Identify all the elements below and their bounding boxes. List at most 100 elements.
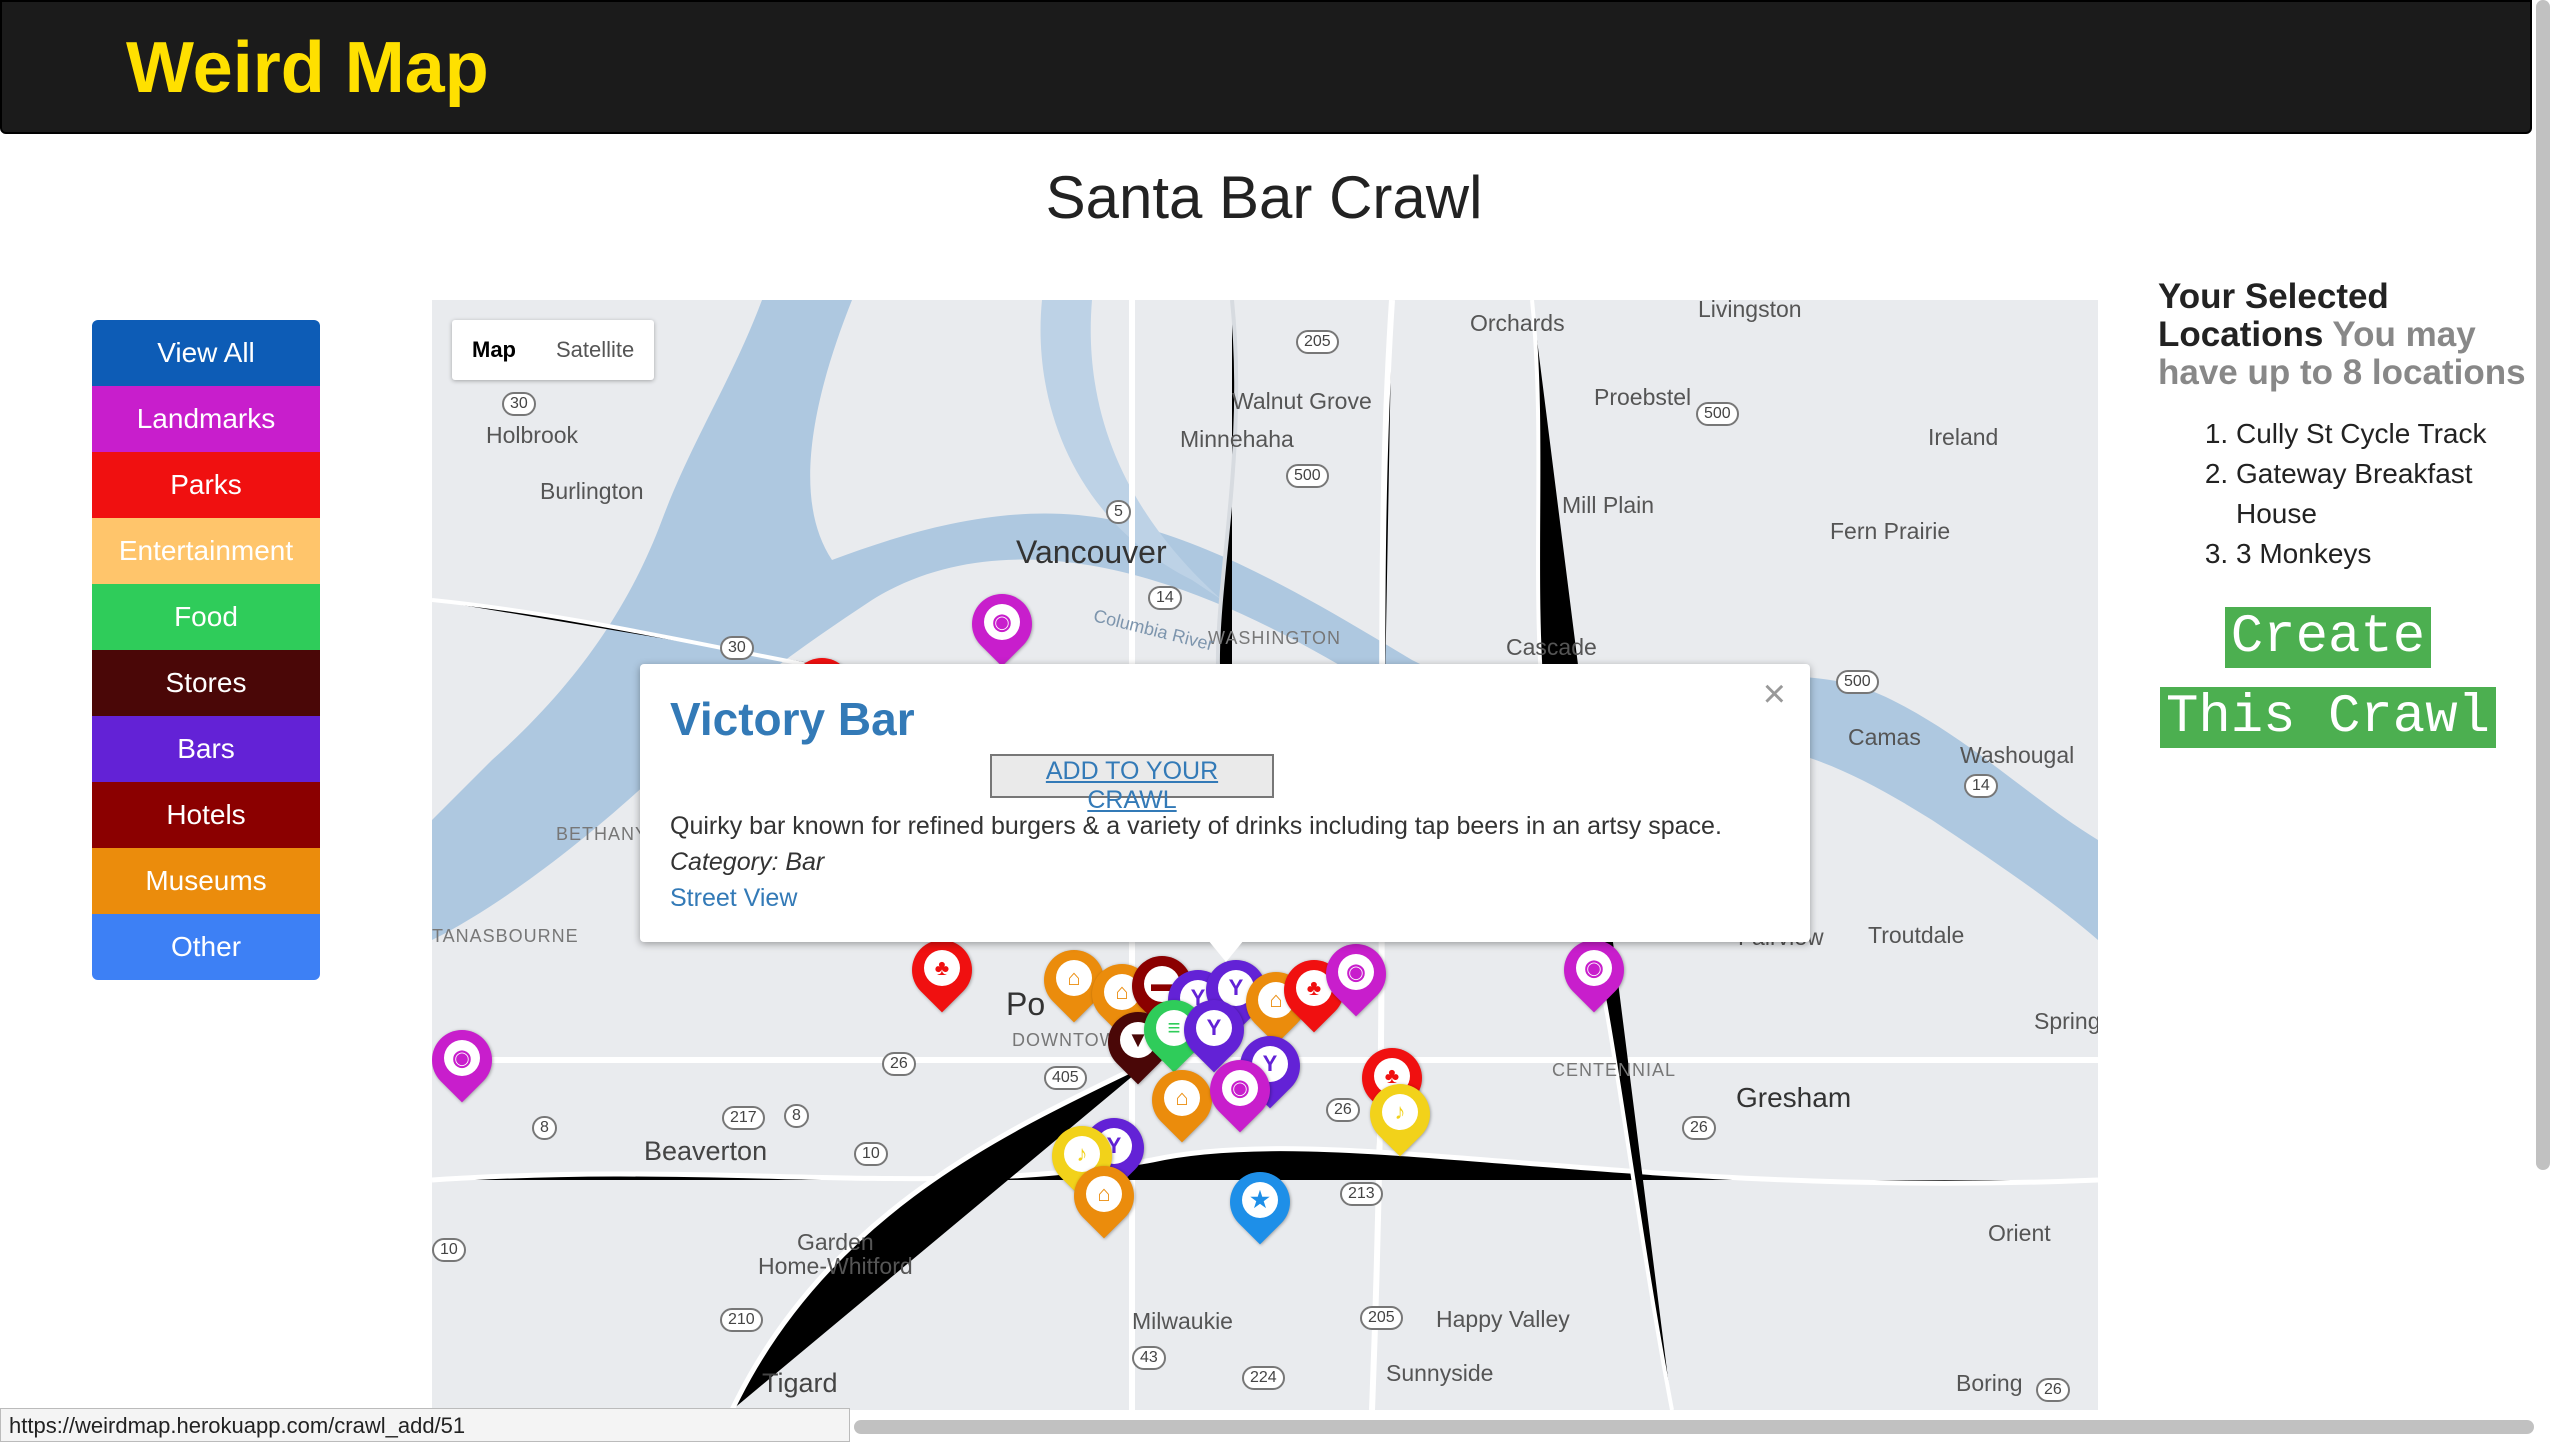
- map-label-sunnyside: Sunnyside: [1386, 1360, 1494, 1386]
- popup-description: Quirky bar known for refined burgers & a…: [670, 812, 1722, 840]
- list-item: Cully St Cycle Track: [2236, 414, 2538, 454]
- page-title: Santa Bar Crawl: [1045, 164, 1483, 231]
- camera-icon: ◉: [1576, 950, 1612, 986]
- filter-stores-button[interactable]: Stores: [92, 650, 320, 716]
- map-label-bethany: BETHANY: [556, 824, 649, 844]
- map-label-minnehaha: Minnehaha: [1180, 426, 1294, 452]
- filter-bars-button[interactable]: Bars: [92, 716, 320, 782]
- museum-marker[interactable]: ⌂: [1139, 1057, 1225, 1148]
- map-label-burlington: Burlington: [540, 478, 644, 504]
- park-marker[interactable]: ♣: [899, 927, 985, 1018]
- map-label-milwaukie: Milwaukie: [1132, 1308, 1233, 1334]
- highway-shield: 8: [784, 1104, 809, 1128]
- map-label-walnut-grove: Walnut Grove: [1232, 388, 1372, 414]
- highway-shield: 14: [1148, 586, 1182, 610]
- list-item: 3 Monkeys: [2236, 534, 2538, 574]
- street-view-link[interactable]: Street View: [670, 884, 797, 913]
- landmark-marker[interactable]: ◉: [1551, 927, 1637, 1018]
- highway-shield: 500: [1696, 402, 1739, 426]
- museum-icon: ⌂: [1164, 1080, 1200, 1116]
- highway-shield: 224: [1242, 1366, 1285, 1390]
- category-filter-menu: View All Landmarks Parks Entertainment F…: [92, 320, 320, 980]
- map-label-gresham: Gresham: [1736, 1082, 1852, 1113]
- map-label-centennial: CENTENNIAL: [1552, 1060, 1677, 1080]
- entertainment-marker[interactable]: ♪: [1357, 1071, 1443, 1162]
- filter-food-button[interactable]: Food: [92, 584, 320, 650]
- camera-icon: ◉: [984, 604, 1020, 640]
- map-type-control: Map Satellite: [452, 320, 655, 380]
- highway-shield: 5: [1106, 500, 1131, 524]
- highway-shield: 26: [1326, 1098, 1360, 1122]
- map-label-washougal: Washougal: [1960, 742, 2075, 768]
- top-navbar: Weird Map: [0, 0, 2532, 134]
- map-type-satellite-button[interactable]: Satellite: [536, 320, 654, 380]
- star-icon: ★: [1242, 1182, 1278, 1218]
- landmark-marker[interactable]: ◉: [959, 581, 1045, 672]
- map-label-proebstel: Proebstel: [1594, 384, 1692, 410]
- highway-shield: 500: [1836, 670, 1879, 694]
- landmark-marker[interactable]: ◉: [1197, 1047, 1283, 1138]
- highway-shield: 26: [882, 1052, 916, 1076]
- map-label-garden-home: Garden Home-Whitford: [758, 1229, 913, 1279]
- map-label-tigard: Tigard: [762, 1368, 838, 1398]
- highway-shield: 10: [854, 1142, 888, 1166]
- museum-marker[interactable]: ⌂: [1061, 1153, 1147, 1244]
- map-type-map-button[interactable]: Map: [452, 320, 536, 380]
- map-label-boring: Boring: [1956, 1370, 2023, 1396]
- selected-locations-list: Cully St Cycle Track Gateway Breakfast H…: [2158, 414, 2538, 574]
- filter-landmarks-button[interactable]: Landmarks: [92, 386, 320, 452]
- map-label-livingston: Livingston: [1698, 300, 1802, 322]
- close-icon[interactable]: ×: [1763, 674, 1786, 714]
- map-label-fern-prairie: Fern Prairie: [1830, 518, 1951, 544]
- other-marker[interactable]: ★: [1217, 1159, 1303, 1250]
- highway-shield: 210: [720, 1308, 763, 1332]
- selected-locations-heading: Your Selected Locations You may have up …: [2158, 278, 2538, 392]
- landmark-marker[interactable]: ◉: [432, 1017, 505, 1108]
- highway-shield: 43: [1132, 1346, 1166, 1370]
- popup-category: Category: Bar: [670, 848, 825, 876]
- highway-shield: 205: [1296, 330, 1339, 354]
- highway-shield: 405: [1044, 1066, 1087, 1090]
- map-label-cascade: Cascade: [1506, 634, 1597, 660]
- map-label-spring: Spring: [2034, 1008, 2098, 1034]
- brand-logo-link[interactable]: Weird Map: [126, 32, 489, 104]
- map-label-camas: Camas: [1848, 724, 1921, 750]
- highway-shield: 205: [1360, 1306, 1403, 1330]
- create-crawl-line-1: Create: [2224, 607, 2432, 668]
- horizontal-scrollbar[interactable]: [854, 1420, 2534, 1434]
- landmark-marker[interactable]: ◉: [1313, 931, 1399, 1022]
- popup-title: Victory Bar: [670, 693, 915, 745]
- filter-parks-button[interactable]: Parks: [92, 452, 320, 518]
- location-info-popup: × Victory Bar ADD TO YOUR CRAWL Quirky b…: [640, 664, 1810, 942]
- map-label-portland: Po: [1006, 986, 1046, 1022]
- highway-shield: 14: [1964, 774, 1998, 798]
- highway-shield: 10: [432, 1238, 466, 1262]
- filter-museums-button[interactable]: Museums: [92, 848, 320, 914]
- selected-locations-panel: Your Selected Locations You may have up …: [2158, 278, 2538, 574]
- filter-other-button[interactable]: Other: [92, 914, 320, 980]
- create-crawl-button[interactable]: Create This Crawl: [2158, 598, 2498, 758]
- highway-shield: 213: [1340, 1182, 1383, 1206]
- vertical-scrollbar[interactable]: [2536, 0, 2550, 1170]
- map-label-orchards: Orchards: [1470, 310, 1565, 336]
- list-item: Gateway Breakfast House: [2236, 454, 2538, 534]
- filter-hotels-button[interactable]: Hotels: [92, 782, 320, 848]
- map-label-tanasbourne: TANASBOURNE: [432, 926, 579, 946]
- map-label-holbrook: Holbrook: [486, 422, 579, 448]
- museum-icon: ⌂: [1086, 1176, 1122, 1212]
- camera-icon: ◉: [444, 1040, 480, 1076]
- map-label-vancouver: Vancouver: [1016, 534, 1167, 570]
- filter-view-all-button[interactable]: View All: [92, 320, 320, 386]
- highway-shield: 30: [720, 636, 754, 660]
- cocktail-icon: Y: [1196, 1010, 1232, 1046]
- add-to-crawl-button[interactable]: ADD TO YOUR CRAWL: [990, 754, 1274, 814]
- tree-icon: ♣: [924, 950, 960, 986]
- status-bar-url: https://weirdmap.herokuapp.com/crawl_add…: [0, 1408, 850, 1442]
- map-label-beaverton: Beaverton: [644, 1136, 768, 1166]
- map-label-happy-valley: Happy Valley: [1436, 1306, 1570, 1332]
- filter-entertainment-button[interactable]: Entertainment: [92, 518, 320, 584]
- map-label-troutdale: Troutdale: [1868, 922, 1965, 948]
- highway-shield: 30: [502, 392, 536, 416]
- highway-shield: 26: [2036, 1378, 2070, 1402]
- create-crawl-line-2: This Crawl: [2159, 687, 2497, 748]
